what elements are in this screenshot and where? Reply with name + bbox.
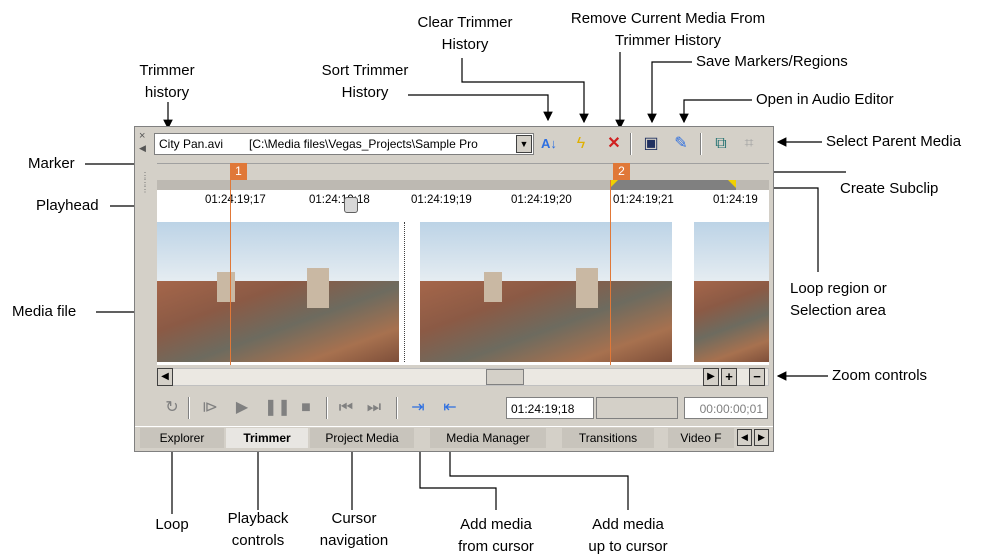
collapse-arrow-icon[interactable]: ◀ <box>139 143 146 154</box>
timeline-ruler[interactable]: 01:24:19;17 01:24:19;18 01:24:19;19 01:2… <box>157 190 769 216</box>
lightning-icon[interactable]: ϟ <box>570 133 592 155</box>
tab-trimmer[interactable]: Trimmer <box>226 428 308 448</box>
scroll-left-button[interactable]: ◀ <box>157 368 173 386</box>
callout-sort-trimmer-history: Sort Trimmer History <box>321 62 409 101</box>
toolbar-separator <box>630 133 632 155</box>
transport-separator <box>396 397 398 419</box>
audio-editor-icon[interactable]: ✎ <box>670 133 692 155</box>
horizontal-scrollbar[interactable] <box>157 368 769 386</box>
marker-1[interactable]: 1 <box>230 163 247 180</box>
ruler-tick: 01:24:19;17 <box>205 194 266 206</box>
ruler-tick: 01:24:19;19 <box>411 194 472 206</box>
add-from-cursor-icon[interactable]: ⇥ <box>408 397 428 419</box>
toolbar-separator <box>700 133 702 155</box>
selection-start-timecode <box>596 397 678 419</box>
callout-add-media-from-cursor: Add media from cursor <box>458 516 534 555</box>
loop-region[interactable] <box>610 180 736 190</box>
callout-open-in-audio-editor: Open in Audio Editor <box>756 91 894 108</box>
playhead-handle[interactable] <box>344 197 358 213</box>
scroll-right-button[interactable]: ▶ <box>703 368 719 386</box>
marker-line <box>230 180 231 365</box>
tab-transitions[interactable]: Transitions <box>562 428 654 448</box>
tab-scroll-right-button[interactable]: ▶ <box>754 429 769 446</box>
tab-media-manager[interactable]: Media Manager <box>430 428 546 448</box>
callout-playback-controls: Playback controls <box>227 510 289 549</box>
parent-media-icon[interactable]: ⌗ <box>738 133 760 155</box>
callout-media-file: Media file <box>12 303 77 320</box>
tab-scroll-left-button[interactable]: ◀ <box>737 429 752 446</box>
play-icon[interactable]: ▶ <box>232 397 252 419</box>
marker-2[interactable]: 2 <box>613 163 630 180</box>
zoom-out-button[interactable]: − <box>749 368 765 386</box>
chevron-down-icon[interactable]: ▼ <box>516 135 532 153</box>
video-thumbnail <box>694 222 769 362</box>
trimmer-history-combo[interactable]: City Pan.avi [C:\Media files\Vegas_Proje… <box>154 133 534 155</box>
previous-frame-icon[interactable]: ⏮ <box>336 397 356 419</box>
selection-length-timecode: 00:00:00;01 <box>684 397 768 419</box>
transport-separator <box>326 397 328 419</box>
callout-select-parent-media: Select Parent Media <box>826 133 962 150</box>
callout-save-markers-regions: Save Markers/Regions <box>696 53 848 70</box>
next-frame-icon[interactable]: ⏭ <box>364 397 384 419</box>
sort-icon[interactable]: A↓ <box>538 133 560 155</box>
region-start-flag[interactable] <box>610 180 618 188</box>
add-up-to-cursor-icon[interactable]: ⇤ <box>440 397 460 419</box>
callout-trimmer-history: Trimmer history <box>139 62 195 101</box>
ruler-tick: 01:24:19;18 <box>309 194 370 206</box>
callout-create-subclip: Create Subclip <box>840 180 939 197</box>
tab-explorer[interactable]: Explorer <box>140 428 224 448</box>
remove-close-icon[interactable]: ✕ <box>603 133 625 155</box>
callout-remove-current-media: Remove Current Media From Trimmer Histor… <box>570 10 766 49</box>
ruler-tick: 01:24:19 <box>713 194 758 206</box>
history-path: [C:\Media files\Vegas_Projects\Sample Pr… <box>249 137 478 151</box>
stop-icon[interactable]: ■ <box>296 397 316 419</box>
callout-add-media-up-to-cursor: Add media up to cursor <box>588 516 668 555</box>
region-end-flag[interactable] <box>728 180 736 188</box>
floppy-icon[interactable]: ▣ <box>640 133 662 155</box>
callout-marker: Marker <box>28 155 75 172</box>
history-file: City Pan.avi <box>159 137 224 151</box>
ruler-tick: 01:24:19;21 <box>613 194 674 206</box>
close-icon[interactable]: × <box>139 130 145 142</box>
transport-separator <box>188 397 190 419</box>
loop-icon[interactable]: ↻ <box>162 397 182 419</box>
zoom-in-button[interactable]: + <box>721 368 737 386</box>
scroll-thumb[interactable] <box>486 369 524 385</box>
marker-bar[interactable] <box>157 163 769 181</box>
callout-loop: Loop <box>155 516 189 533</box>
callout-clear-trimmer-history: Clear Trimmer History <box>417 14 513 53</box>
ruler-tick: 01:24:19;20 <box>511 194 572 206</box>
marker-line <box>610 180 611 365</box>
callout-playhead: Playhead <box>36 197 99 214</box>
callout-loop-region: Loop region or Selection area <box>790 280 887 319</box>
video-thumbnail <box>157 222 399 362</box>
callout-cursor-navigation: Cursor navigation <box>319 510 389 549</box>
callout-zoom-controls: Zoom controls <box>832 367 928 384</box>
pause-icon[interactable]: ❚❚ <box>264 397 291 419</box>
play-from-start-icon[interactable]: ⧐ <box>200 397 220 419</box>
cursor-line <box>404 222 405 362</box>
tab-project-media[interactable]: Project Media <box>310 428 414 448</box>
cursor-timecode: 01:24:19;18 <box>506 397 594 419</box>
subclip-icon[interactable]: ⧉ <box>710 133 732 155</box>
tab-video-fx[interactable]: Video F <box>668 428 734 448</box>
grip-handle[interactable]: ⋮ ⋮ ⋮ <box>141 172 149 194</box>
video-thumbnail <box>420 222 672 362</box>
